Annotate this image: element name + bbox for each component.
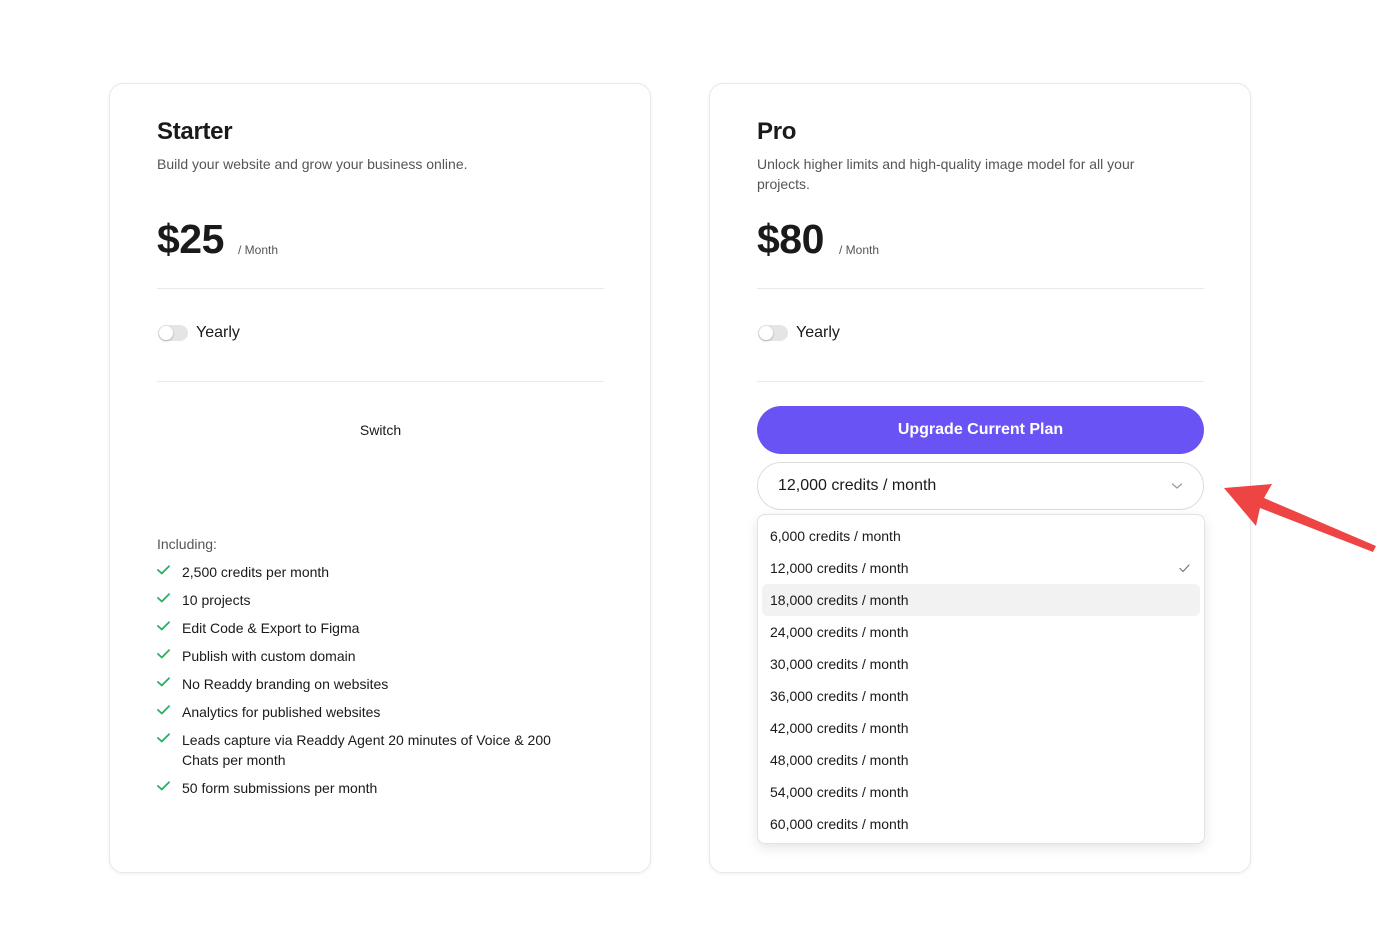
divider: [157, 381, 604, 382]
check-icon: [157, 565, 170, 575]
starter-plan-title: Starter: [157, 118, 233, 145]
starter-yearly-toggle[interactable]: Yearly: [158, 324, 240, 342]
check-icon: [157, 593, 170, 603]
credits-option-selected[interactable]: 12,000 credits / month: [762, 552, 1200, 584]
credits-option[interactable]: 60,000 credits / month: [762, 808, 1200, 840]
credits-select[interactable]: 12,000 credits / month: [757, 462, 1204, 510]
starter-price-period: / Month: [238, 243, 279, 257]
starter-plan-description: Build your website and grow your busines…: [157, 156, 468, 172]
chevron-down-icon: [1171, 483, 1183, 489]
upgrade-current-plan-button[interactable]: Upgrade Current Plan: [757, 406, 1204, 454]
credits-option[interactable]: 42,000 credits / month: [762, 712, 1200, 744]
feature-item: Edit Code & Export to Figma: [157, 618, 587, 638]
credits-option[interactable]: 24,000 credits / month: [762, 616, 1200, 648]
pro-plan-title: Pro: [757, 118, 797, 145]
divider: [157, 288, 604, 289]
pro-plan-description: Unlock higher limits and high-quality im…: [757, 156, 1135, 192]
starter-feature-list: 2,500 credits per month 10 projects Edit…: [157, 562, 587, 806]
check-icon: [157, 621, 170, 631]
pro-price-period: / Month: [839, 243, 880, 257]
pro-price: $80: [757, 216, 824, 262]
credits-option[interactable]: 54,000 credits / month: [762, 776, 1200, 808]
feature-item: 2,500 credits per month: [157, 562, 587, 582]
starter-plan-card: Starter Build your website and grow your…: [109, 83, 651, 873]
credits-select-value: 12,000 credits / month: [778, 477, 937, 494]
feature-item: 50 form submissions per month: [157, 778, 587, 798]
credits-option-hovered[interactable]: 18,000 credits / month: [762, 584, 1200, 616]
starter-price: $25: [157, 216, 224, 262]
switch-plan-button[interactable]: Switch: [157, 407, 604, 453]
check-icon: [157, 733, 170, 743]
credits-option[interactable]: 30,000 credits / month: [762, 648, 1200, 680]
check-icon: [157, 705, 170, 715]
divider: [757, 381, 1204, 382]
credits-option[interactable]: 48,000 credits / month: [762, 744, 1200, 776]
check-icon: [157, 649, 170, 659]
feature-item: Publish with custom domain: [157, 646, 587, 666]
toggle-switch[interactable]: [758, 325, 788, 341]
feature-item: Analytics for published websites: [157, 702, 587, 722]
checkmark-icon: [1179, 563, 1190, 572]
check-icon: [157, 677, 170, 687]
yearly-label: Yearly: [796, 324, 840, 341]
yearly-label: Yearly: [196, 324, 240, 341]
including-heading: Including:: [157, 536, 217, 552]
feature-item: No Readdy branding on websites: [157, 674, 587, 694]
feature-item: 10 projects: [157, 590, 587, 610]
credits-option[interactable]: 36,000 credits / month: [762, 680, 1200, 712]
credits-option[interactable]: 6,000 credits / month: [762, 520, 1200, 552]
check-icon: [157, 781, 170, 791]
annotation-arrow-icon: [1224, 484, 1376, 552]
pro-yearly-toggle[interactable]: Yearly: [758, 324, 840, 342]
toggle-switch[interactable]: [158, 325, 188, 341]
credits-dropdown-menu: 6,000 credits / month 12,000 credits / m…: [757, 514, 1205, 844]
divider: [757, 288, 1204, 289]
feature-item: Leads capture via Readdy Agent 20 minute…: [157, 730, 587, 770]
